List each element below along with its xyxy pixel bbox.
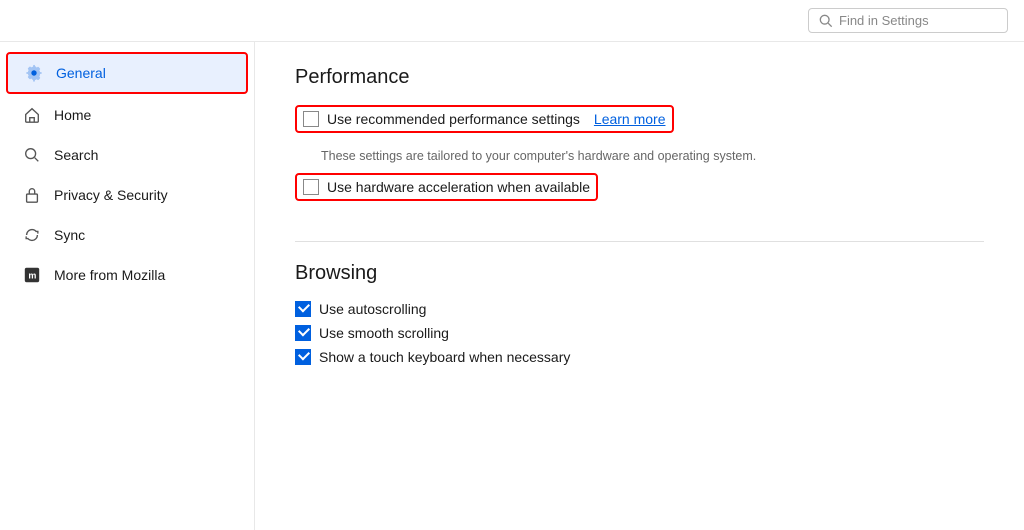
autoscrolling-label: Use autoscrolling — [319, 301, 426, 317]
recommended-settings-label: Use recommended performance settings — [327, 111, 580, 127]
recommended-settings-checkbox[interactable] — [303, 111, 319, 127]
gear-icon — [24, 63, 44, 83]
performance-title: Performance — [295, 66, 984, 89]
autoscrolling-row: Use autoscrolling — [295, 301, 984, 317]
sidebar-item-home[interactable]: Home — [6, 96, 248, 134]
top-bar: Find in Settings — [0, 0, 1024, 42]
touch-keyboard-row: Show a touch keyboard when necessary — [295, 349, 984, 365]
hardware-acceleration-label: Use hardware acceleration when available — [327, 179, 590, 195]
sidebar-item-sync[interactable]: Sync — [6, 216, 248, 254]
sidebar-search-label: Search — [54, 147, 98, 163]
mozilla-icon: m — [22, 265, 42, 285]
sidebar-sync-label: Sync — [54, 227, 85, 243]
touch-keyboard-label: Show a touch keyboard when necessary — [319, 349, 570, 365]
search-nav-icon — [22, 145, 42, 165]
recommended-settings-description: These settings are tailored to your comp… — [321, 149, 984, 163]
sidebar-general-label: General — [56, 65, 106, 81]
find-in-settings-box[interactable]: Find in Settings — [808, 8, 1008, 33]
search-icon — [819, 14, 833, 28]
smooth-scrolling-label: Use smooth scrolling — [319, 325, 449, 341]
autoscrolling-checkbox[interactable] — [295, 301, 311, 317]
find-in-settings-placeholder: Find in Settings — [839, 13, 929, 28]
smooth-scrolling-checkbox[interactable] — [295, 325, 311, 341]
section-divider — [295, 241, 984, 242]
main-layout: General Home Search — [0, 42, 1024, 530]
sync-icon — [22, 225, 42, 245]
touch-keyboard-checkbox[interactable] — [295, 349, 311, 365]
sidebar-privacy-label: Privacy & Security — [54, 187, 168, 203]
lock-icon — [22, 185, 42, 205]
hardware-acceleration-row: Use hardware acceleration when available — [295, 173, 598, 201]
sidebar-mozilla-label: More from Mozilla — [54, 267, 165, 283]
performance-section: Performance Use recommended performance … — [295, 66, 984, 217]
recommended-settings-row: Use recommended performance settings Lea… — [295, 105, 674, 133]
sidebar: General Home Search — [0, 42, 255, 530]
sidebar-home-label: Home — [54, 107, 91, 123]
sidebar-item-privacy-security[interactable]: Privacy & Security — [6, 176, 248, 214]
smooth-scrolling-row: Use smooth scrolling — [295, 325, 984, 341]
sidebar-item-more-from-mozilla[interactable]: m More from Mozilla — [6, 256, 248, 294]
home-icon — [22, 105, 42, 125]
sidebar-item-general[interactable]: General — [6, 52, 248, 94]
browsing-section: Browsing Use autoscrolling Use smooth sc… — [295, 262, 984, 365]
sidebar-item-search[interactable]: Search — [6, 136, 248, 174]
browsing-title: Browsing — [295, 262, 984, 285]
hardware-acceleration-checkbox[interactable] — [303, 179, 319, 195]
content-area: Performance Use recommended performance … — [255, 42, 1024, 530]
learn-more-link[interactable]: Learn more — [594, 111, 666, 127]
svg-text:m: m — [28, 271, 36, 281]
